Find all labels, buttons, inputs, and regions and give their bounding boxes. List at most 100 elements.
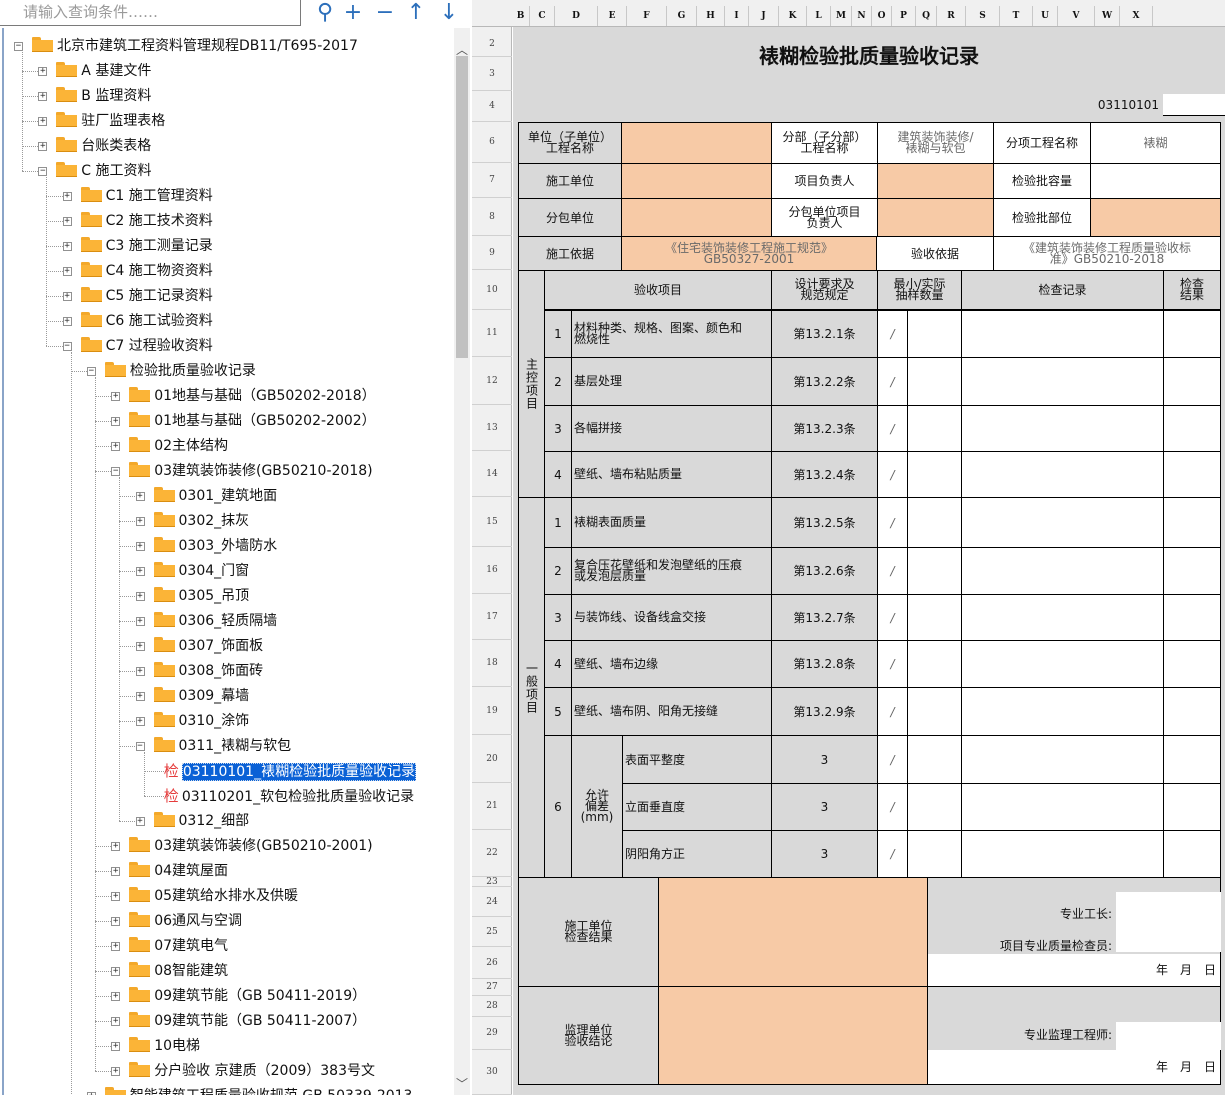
tree-folder-item[interactable]: +0308_饰面砖 bbox=[135, 659, 263, 684]
sample-min-field[interactable]: / bbox=[877, 310, 908, 358]
sample-actual-field[interactable] bbox=[907, 830, 962, 878]
expand-icon[interactable]: + bbox=[111, 892, 121, 901]
expand-icon[interactable]: + bbox=[111, 992, 121, 1001]
result-field[interactable] bbox=[1163, 687, 1221, 736]
row-header[interactable]: 11 bbox=[472, 310, 512, 357]
expand-icon[interactable]: + bbox=[111, 942, 121, 951]
expand-icon[interactable]: + bbox=[62, 267, 72, 276]
expand-icon[interactable]: + bbox=[111, 967, 121, 976]
row-header[interactable]: 17 bbox=[472, 594, 512, 640]
row-header[interactable]: 25 bbox=[472, 917, 512, 947]
sample-min-field[interactable]: / bbox=[877, 497, 908, 548]
column-header[interactable]: M bbox=[831, 6, 852, 26]
record-field[interactable] bbox=[961, 783, 1164, 831]
remove-icon[interactable]: − bbox=[372, 0, 398, 28]
tree-folder-item[interactable]: +0301_建筑地面 bbox=[135, 484, 277, 509]
row-header[interactable]: 29 bbox=[472, 1017, 512, 1050]
form-code-suffix[interactable] bbox=[1163, 94, 1225, 116]
column-header[interactable]: B bbox=[512, 6, 530, 26]
expand-icon[interactable]: + bbox=[135, 642, 145, 651]
row-header[interactable]: 28 bbox=[472, 996, 512, 1017]
sample-min-field[interactable]: / bbox=[877, 547, 908, 595]
tree-folder-item[interactable]: − 03建筑装饰装修(GB50210-2018) bbox=[111, 459, 373, 484]
column-header[interactable]: T bbox=[1000, 6, 1033, 26]
tree-folder-item[interactable]: + C1 施工管理资料 bbox=[62, 184, 213, 209]
tree-folder-item[interactable]: +09建筑节能（GB 50411-2019） bbox=[111, 984, 366, 1009]
sample-min-field[interactable]: / bbox=[877, 451, 908, 498]
sample-min-field[interactable]: / bbox=[877, 594, 908, 641]
tree-folder-item[interactable]: +0307_饰面板 bbox=[135, 634, 263, 659]
expand-icon[interactable]: + bbox=[111, 417, 121, 426]
row-header[interactable]: 13 bbox=[472, 405, 512, 451]
expand-icon[interactable]: + bbox=[38, 142, 48, 151]
record-field[interactable] bbox=[961, 405, 1164, 452]
expand-icon[interactable]: + bbox=[135, 617, 145, 626]
column-header[interactable]: I bbox=[725, 6, 749, 26]
pm-field[interactable] bbox=[877, 163, 994, 199]
tree-folder-item[interactable]: + C2 施工技术资料 bbox=[62, 209, 213, 234]
row-header[interactable]: 4 bbox=[472, 91, 512, 122]
result-field[interactable] bbox=[1163, 497, 1221, 548]
sample-actual-field[interactable] bbox=[907, 594, 962, 641]
sample-actual-field[interactable] bbox=[907, 735, 962, 784]
location-field[interactable] bbox=[1090, 198, 1221, 237]
result-field[interactable] bbox=[1163, 830, 1221, 878]
sample-actual-field[interactable] bbox=[907, 640, 962, 688]
column-header[interactable]: R bbox=[937, 6, 966, 26]
expand-icon[interactable]: + bbox=[62, 217, 72, 226]
row-header[interactable]: 9 bbox=[472, 236, 512, 270]
tree-folder-item[interactable]: +06通风与空调 bbox=[111, 909, 242, 934]
expand-icon[interactable]: + bbox=[111, 917, 121, 926]
column-header[interactable]: G bbox=[667, 6, 697, 26]
row-header[interactable]: 20 bbox=[472, 735, 512, 783]
column-header[interactable]: U bbox=[1033, 6, 1058, 26]
row-header[interactable]: 30 bbox=[472, 1050, 512, 1095]
tree-folder-item[interactable]: +03建筑装饰装修(GB50210-2001) bbox=[111, 834, 373, 859]
tree-folder-item[interactable]: − C 施工资料 bbox=[38, 159, 152, 184]
collapse-icon[interactable]: − bbox=[62, 342, 72, 351]
sample-min-field[interactable]: / bbox=[877, 735, 908, 784]
expand-icon[interactable]: + bbox=[111, 1017, 121, 1026]
expand-icon[interactable]: + bbox=[62, 292, 72, 301]
row-header[interactable]: 24 bbox=[472, 887, 512, 917]
accept-basis-field[interactable]: 《建筑装饰装修工程质量验收标 准》GB50210-2018 bbox=[993, 236, 1221, 271]
tree-folder-item[interactable]: + A 基建文件 bbox=[38, 59, 151, 84]
supervision-date[interactable]: 年 月 日 bbox=[927, 1050, 1221, 1085]
tree-folder-item[interactable]: +0310_涂饰 bbox=[135, 709, 249, 734]
record-field[interactable] bbox=[961, 735, 1164, 784]
record-field[interactable] bbox=[961, 687, 1164, 736]
tree-folder-item[interactable]: +0305_吊顶 bbox=[135, 584, 249, 609]
tree-folder-item[interactable]: +01地基与基础（GB50202-2018） bbox=[111, 384, 376, 409]
column-header[interactable]: Q bbox=[916, 6, 937, 26]
tree-folder-item[interactable]: − 北京市建筑工程资料管理规程DB11/T695-2017 bbox=[14, 34, 358, 59]
row-header[interactable]: 21 bbox=[472, 783, 512, 830]
row-header[interactable]: 7 bbox=[472, 163, 512, 198]
sample-actual-field[interactable] bbox=[907, 405, 962, 452]
tree-folder-item[interactable]: − 检验批质量验收记录 bbox=[86, 359, 256, 384]
column-header[interactable]: N bbox=[852, 6, 872, 26]
tree-folder-item[interactable]: +01地基与基础（GB50202-2002） bbox=[111, 409, 376, 434]
capacity-field[interactable] bbox=[1090, 163, 1221, 199]
expand-icon[interactable]: + bbox=[111, 842, 121, 851]
result-field[interactable] bbox=[1163, 405, 1221, 452]
tree-folder-item[interactable]: +0303_外墙防水 bbox=[135, 534, 277, 559]
expand-icon[interactable]: + bbox=[135, 492, 145, 501]
record-field[interactable] bbox=[961, 497, 1164, 548]
column-header[interactable]: V bbox=[1058, 6, 1095, 26]
result-field[interactable] bbox=[1163, 310, 1221, 358]
sample-actual-field[interactable] bbox=[907, 357, 962, 406]
scrollbar-thumb[interactable] bbox=[456, 56, 468, 358]
sample-actual-field[interactable] bbox=[907, 451, 962, 498]
tree-leaf-item[interactable]: 检 03110201_软包检验批质量验收记录 bbox=[164, 784, 414, 809]
tree-folder-item[interactable]: − 0311_裱糊与软包 bbox=[135, 734, 291, 759]
move-up-icon[interactable]: ↑ bbox=[403, 0, 429, 28]
column-header[interactable]: J bbox=[749, 6, 779, 26]
sample-min-field[interactable]: / bbox=[877, 830, 908, 878]
result-field[interactable] bbox=[1163, 640, 1221, 688]
collapse-icon[interactable]: − bbox=[135, 742, 145, 751]
tree-folder-item[interactable]: +04建筑屋面 bbox=[111, 859, 228, 884]
subcontractor-field[interactable] bbox=[621, 198, 772, 237]
constructor-field[interactable] bbox=[621, 163, 772, 199]
tree-folder-item[interactable]: + 分户验收 京建质（2009）383号文 bbox=[111, 1059, 375, 1084]
tree-folder-item[interactable]: +0309_幕墙 bbox=[135, 684, 249, 709]
